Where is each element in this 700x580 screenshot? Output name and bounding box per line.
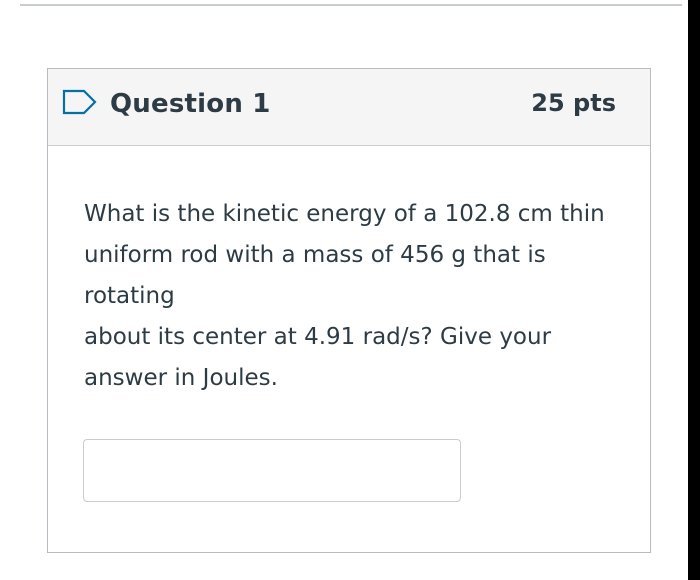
flag-outline-icon[interactable]: [62, 89, 98, 115]
question-text-line: uniform rod with a mass of 456 g that is: [84, 242, 546, 268]
answer-input[interactable]: [83, 439, 461, 502]
question-title: Question 1: [110, 89, 271, 119]
question-text-line: What is the kinetic energy of a 102.8 cm…: [84, 201, 605, 227]
question-text-line: rotating: [84, 283, 175, 309]
window-edge: [688, 0, 700, 580]
question-card: Question 1 25 pts What is the kinetic en…: [47, 68, 651, 553]
quiz-page: Question 1 25 pts What is the kinetic en…: [0, 0, 700, 580]
question-text: What is the kinetic energy of a 102.8 cm…: [84, 194, 624, 399]
top-divider: [20, 4, 682, 6]
question-points: 25 pts: [531, 89, 616, 117]
question-text-line: answer in Joules.: [84, 365, 278, 391]
question-text-line: about its center at 4.91 rad/s? Give you…: [84, 324, 552, 350]
question-header: Question 1 25 pts: [48, 69, 650, 146]
